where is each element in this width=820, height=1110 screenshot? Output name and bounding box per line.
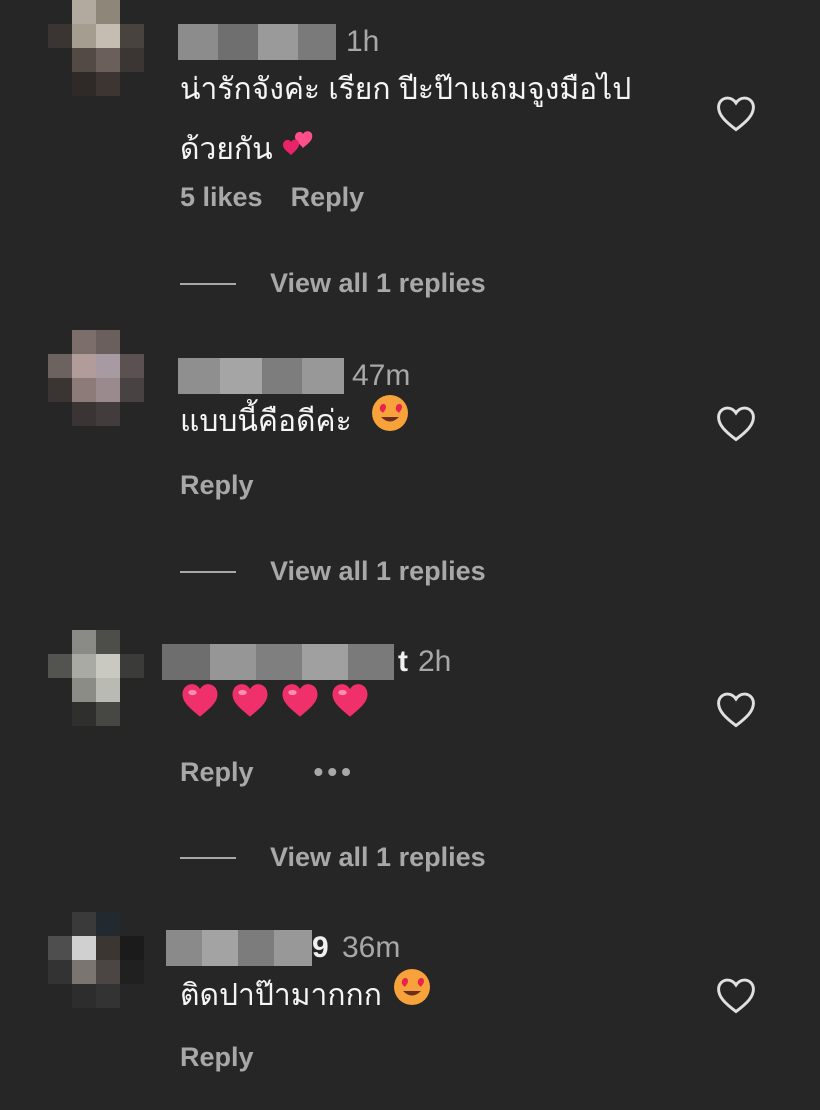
comment-text-row: แบบนี้คือดีค่ะ xyxy=(180,392,700,454)
reply-button[interactable]: Reply xyxy=(180,470,254,501)
avatar[interactable] xyxy=(48,330,144,426)
comment-meta: 5 likes Reply xyxy=(180,182,364,213)
username-tail[interactable]: t xyxy=(398,644,408,680)
username-blurred[interactable] xyxy=(178,358,344,394)
username-tail[interactable]: 9 xyxy=(312,930,329,966)
heart-eyes-emoji xyxy=(370,393,410,454)
replies-divider xyxy=(180,570,236,573)
timestamp: 2h xyxy=(418,645,452,678)
like-heart-icon[interactable] xyxy=(714,688,758,732)
replies-divider xyxy=(180,856,236,859)
like-heart-icon[interactable] xyxy=(714,92,758,136)
red-heart-emoji xyxy=(230,680,270,740)
red-heart-emoji xyxy=(280,680,320,740)
comment-meta: Reply ••• xyxy=(180,756,355,788)
comment-meta: Reply xyxy=(180,470,254,501)
like-heart-icon[interactable] xyxy=(714,402,758,446)
likes-count[interactable]: 5 likes xyxy=(180,182,263,213)
like-heart-icon[interactable] xyxy=(714,974,758,1018)
reply-button[interactable]: Reply xyxy=(180,1042,254,1073)
view-replies-button[interactable]: View all 1 replies xyxy=(180,556,486,587)
timestamp: 1h xyxy=(346,25,380,58)
view-replies-label[interactable]: View all 1 replies xyxy=(270,268,486,299)
comment-text: น่ารักจังค่ะ เรียก ปีะป๊าแถมจูงมือไป ด้ว… xyxy=(180,60,700,181)
red-heart-emoji xyxy=(180,680,220,740)
avatar[interactable] xyxy=(48,630,144,726)
comment-text: แบบนี้คือดีค่ะ xyxy=(180,405,352,438)
comment-text-line1: น่ารักจังค่ะ เรียก ปีะป๊าแถมจูงมือไป xyxy=(180,73,632,106)
more-options-icon[interactable]: ••• xyxy=(314,756,355,788)
view-replies-label[interactable]: View all 1 replies xyxy=(270,556,486,587)
red-heart-emoji xyxy=(330,680,370,740)
comment-text-line2: ด้วยกัน xyxy=(180,133,273,166)
comment-text-line2-row: ด้วยกัน xyxy=(180,120,700,181)
view-replies-label[interactable]: View all 1 replies xyxy=(270,842,486,873)
username-blurred[interactable] xyxy=(178,24,336,60)
heart-eyes-emoji xyxy=(392,967,432,1028)
timestamp: 47m xyxy=(352,359,411,392)
reply-button[interactable]: Reply xyxy=(291,182,365,213)
username-blurred[interactable] xyxy=(162,644,394,680)
replies-divider xyxy=(180,282,236,285)
two-hearts-emoji xyxy=(281,121,315,181)
view-replies-button[interactable]: View all 1 replies xyxy=(180,842,486,873)
avatar[interactable] xyxy=(48,0,144,96)
view-replies-button[interactable]: View all 1 replies xyxy=(180,268,486,299)
comment-meta: Reply xyxy=(180,1042,254,1073)
reply-button[interactable]: Reply xyxy=(180,757,254,788)
timestamp: 36m xyxy=(342,931,401,964)
avatar[interactable] xyxy=(48,912,144,1008)
comment-text: ติดปาป๊ามากกก xyxy=(180,979,382,1012)
comment-text-row: ติดปาป๊ามากกก xyxy=(180,966,700,1028)
comment-hearts xyxy=(180,680,700,740)
username-blurred[interactable] xyxy=(166,930,312,966)
